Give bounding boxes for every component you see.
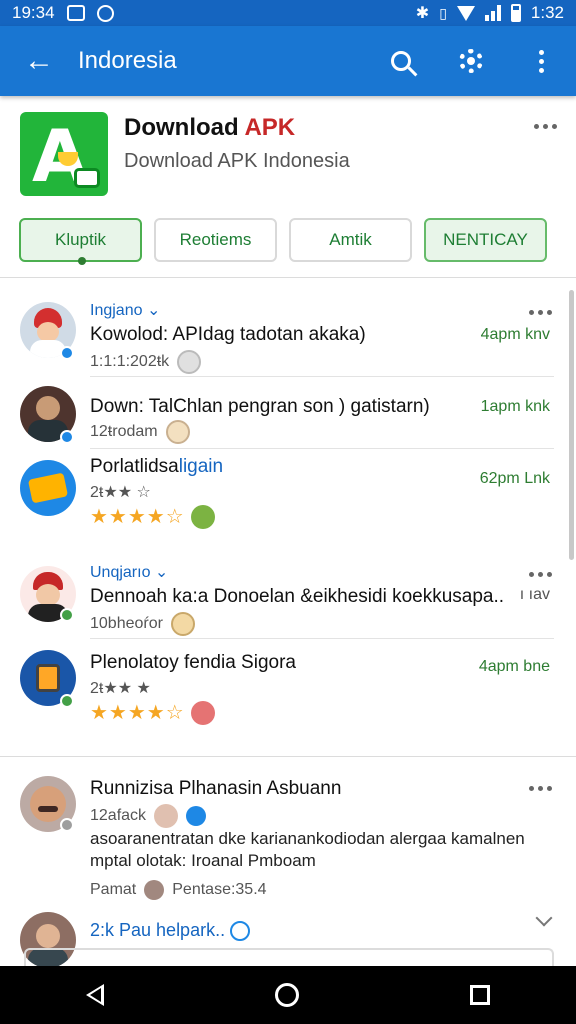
status-bar: 19:34 ✱ ▯ 1:32 xyxy=(0,0,576,26)
more-horizontal-icon[interactable] xyxy=(534,124,557,129)
comment-meta-text: 12afack xyxy=(90,807,147,824)
post-title-link[interactable]: ligain xyxy=(179,456,223,477)
reaction-icon xyxy=(177,350,202,374)
mini-avatar xyxy=(144,880,165,900)
comment-author[interactable]: Runnizisa Plhanasin Asbuann xyxy=(90,778,341,800)
scrollbar[interactable] xyxy=(569,290,574,560)
tab-bar: Kluptik Reotiems Amtik NENTICAY xyxy=(19,218,559,265)
wifi-icon xyxy=(456,5,475,21)
gallery-icon xyxy=(66,5,85,21)
reply-label: 2:k Pau helpark.. xyxy=(90,920,226,940)
reply-input-box[interactable] xyxy=(24,948,554,968)
nav-back-icon[interactable] xyxy=(85,984,104,1006)
row-divider xyxy=(90,376,554,377)
reaction-icon xyxy=(190,504,215,529)
chevron-down-icon[interactable] xyxy=(535,909,553,927)
app-name-accent: APK xyxy=(244,114,296,141)
verified-badge-icon xyxy=(60,430,74,444)
comment-footer-right: Pentase:35.4 xyxy=(172,881,267,898)
more-horizontal-icon[interactable] xyxy=(529,572,552,577)
post-meta-text: 10bheoŕor xyxy=(90,615,163,632)
tab-kluptik[interactable]: Kluptik xyxy=(19,218,142,265)
nav-recents-icon[interactable] xyxy=(470,985,491,1005)
status-badge-icon xyxy=(60,818,74,832)
online-badge-icon xyxy=(60,608,74,622)
more-horizontal-icon[interactable] xyxy=(529,786,552,791)
comment-footer-left: Pamat xyxy=(90,881,137,898)
rating-value: ★★★★☆ xyxy=(90,506,185,528)
verified-badge-icon xyxy=(60,346,74,360)
comment-text: asoaranentratan dke karianankodiodan ale… xyxy=(90,829,525,870)
battery-icon xyxy=(510,4,521,22)
vibrate-icon: ▯ xyxy=(439,4,447,21)
reaction-icon xyxy=(170,612,195,636)
post-username[interactable]: Ingjano ⌄ xyxy=(90,300,160,320)
post-title[interactable]: Dennoah ka:a Donoelan &eikhesidi koekkus… xyxy=(90,586,504,608)
feed[interactable]: Ingjano ⌄ Kowolod: APIdag tadotan akaka)… xyxy=(0,278,576,968)
comment-footer: Pamat Pentase:35.4 xyxy=(90,880,267,900)
post-title-text: Porlatlidsa xyxy=(90,456,179,477)
tab-nenticay[interactable]: NENTICAY xyxy=(424,218,547,262)
status-time-right: 1:32 xyxy=(530,3,564,22)
rating-stars: ★★★★☆ xyxy=(90,700,215,725)
search-button[interactable] xyxy=(366,26,436,96)
back-arrow-icon[interactable]: ← xyxy=(0,26,78,96)
post-time: 4apm knv xyxy=(480,326,550,343)
settings-button[interactable] xyxy=(436,26,506,96)
app-header: A Download APK Download APK Indonesia Kl… xyxy=(0,96,576,276)
tab-amtik[interactable]: Amtik xyxy=(289,218,412,262)
online-badge-icon xyxy=(60,694,74,708)
post-time: 62pm Lnk xyxy=(479,470,550,487)
gear-icon xyxy=(459,49,483,73)
post-time: ı ıav xyxy=(519,586,550,603)
post-meta: 2ŧ★★ ☆ xyxy=(90,484,151,501)
app-name-text: Download xyxy=(124,114,245,141)
post-time: 4apm bne xyxy=(478,658,550,675)
row-divider xyxy=(90,448,554,449)
reply-text[interactable]: 2:k Pau helpark.. xyxy=(90,920,251,942)
post-username[interactable]: Unqjarıo ⌄ xyxy=(90,562,168,582)
reaction-icon xyxy=(165,420,190,444)
rating-value: ★★★★☆ xyxy=(90,702,185,724)
bluetooth-icon: ✱ xyxy=(415,5,430,22)
app-subtitle: Download APK Indonesia xyxy=(124,150,350,172)
post-meta-text: 12ŧrodam xyxy=(90,423,158,440)
app-logo: A xyxy=(20,112,108,196)
logo-chat-icon xyxy=(74,168,100,188)
overflow-menu-button[interactable] xyxy=(506,26,576,96)
system-nav-bar xyxy=(0,966,576,1024)
post-meta-text: 1:1:1:202ŧk xyxy=(90,353,170,370)
app-name: Download APK xyxy=(124,114,295,142)
post-time: 1apm knk xyxy=(480,398,550,415)
more-horizontal-icon[interactable] xyxy=(529,310,552,315)
post-title[interactable]: Plenolatoy fendia Sigora xyxy=(90,652,296,674)
post-meta: 1:1:1:202ŧk xyxy=(90,350,202,374)
clock-icon xyxy=(230,921,251,942)
search-icon xyxy=(391,51,411,71)
post-title[interactable]: Kowolod: APIdag tadotan akaka) xyxy=(90,324,366,346)
post-title[interactable]: Porlatlidsaligain xyxy=(90,456,223,478)
nav-home-icon[interactable] xyxy=(274,983,299,1007)
reaction-icon xyxy=(190,700,215,725)
rating-stars: ★★★★☆ xyxy=(90,504,215,529)
tab-reotiems[interactable]: Reotiems xyxy=(154,218,277,262)
comment-meta: 12afack xyxy=(90,804,207,828)
post-title[interactable]: Down: TalChlan pengran son ) gatistarn) xyxy=(90,396,430,418)
more-vertical-icon xyxy=(538,49,544,73)
section-divider xyxy=(0,756,576,757)
signal-icon xyxy=(484,5,501,21)
notification-icon xyxy=(96,4,114,22)
post-meta: 2ŧ★★ ★ xyxy=(90,680,151,697)
verified-icon xyxy=(186,806,207,826)
status-time-left: 19:34 xyxy=(12,3,55,22)
row-divider xyxy=(90,638,554,639)
avatar xyxy=(20,460,76,516)
mini-avatar xyxy=(154,804,179,828)
app-bar: ← Indoresia xyxy=(0,26,576,96)
post-meta: 10bheoŕor xyxy=(90,612,195,636)
app-bar-title: Indoresia xyxy=(78,47,177,74)
post-meta: 12ŧrodam xyxy=(90,420,190,444)
